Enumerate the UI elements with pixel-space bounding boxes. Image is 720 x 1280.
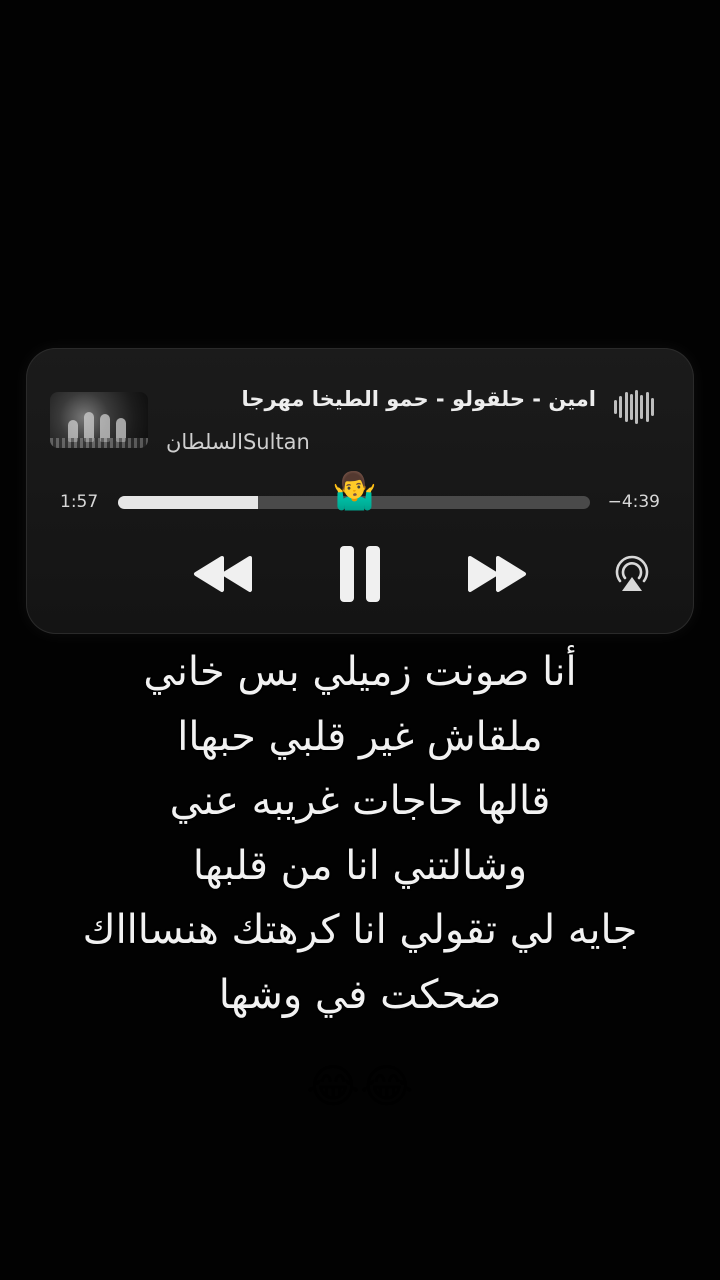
lyric-line: وشالتني انا من قلبها (192, 842, 528, 889)
song-title: امين - حلقولو - حمو الطيخا مهرجا (241, 387, 596, 411)
artist-name: السلطانSultan (166, 430, 310, 454)
artwork-strip (50, 438, 148, 448)
progress-fill (118, 496, 259, 509)
rewind-icon (194, 556, 252, 592)
playback-controls (26, 538, 694, 610)
fast-forward-icon (468, 556, 526, 592)
lyric-line: ضحكت في وشها (218, 971, 502, 1018)
pause-icon (340, 546, 380, 602)
progress-track[interactable]: 🤷‍♂️ (118, 472, 590, 512)
lyric-line: أنا صونت زميلي بس خاني (143, 649, 577, 695)
lyrics-text: أنا صونت زميلي بس خاني ملقاش غير قلبي حب… (40, 640, 680, 1027)
now-playing-card[interactable]: امين - حلقولو - حمو الطيخا مهرجا السلطان… (26, 348, 694, 634)
laughing-emoji-line: 😂😂 (306, 1059, 414, 1113)
scrubber-emoji[interactable]: 🤷‍♂️ (332, 472, 377, 512)
time-remaining: −4:39 (607, 492, 660, 512)
pause-button[interactable] (326, 538, 394, 610)
airplay-button[interactable] (606, 538, 658, 610)
lyric-line: ملقاش غير قلبي حبهاا (177, 713, 543, 760)
rewind-button[interactable] (186, 538, 262, 610)
story-screen: امين - حلقولو - حمو الطيخا مهرجا السلطان… (0, 0, 720, 1280)
lyric-line: قالها حاجات غريبه عني (169, 778, 551, 824)
fast-forward-button[interactable] (458, 538, 534, 610)
audio-waveform-icon (614, 390, 654, 424)
album-artwork[interactable] (50, 392, 148, 448)
airplay-icon (615, 555, 649, 591)
time-elapsed: 1:57 (60, 492, 99, 512)
lyric-line: جايه لي تقولي انا كرهتك هنساااك (82, 907, 638, 953)
